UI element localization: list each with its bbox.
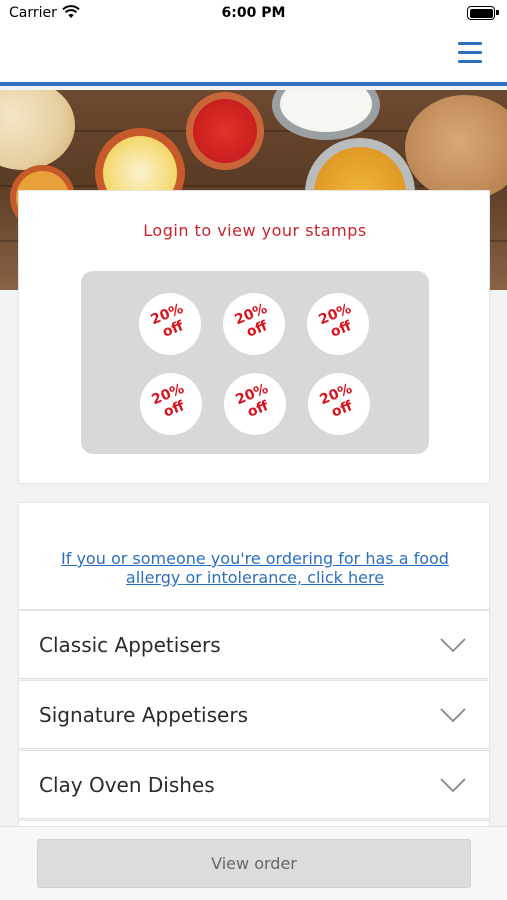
category-clay-oven-dishes[interactable]: Clay Oven Dishes: [18, 750, 490, 819]
stamp-panel: 20% off 20% off 20% off 20% off 20% off 20% of…: [81, 271, 429, 454]
stamp-3[interactable]: 20% off: [307, 293, 369, 355]
stamp-label: 20% off: [316, 300, 354, 341]
stamp-label: 20% off: [233, 380, 271, 421]
stamp-label: 20% off: [232, 300, 270, 341]
category-label: Clay Oven Dishes: [39, 773, 215, 797]
battery-icon: [467, 6, 499, 20]
stamp-card: Login to view your stamps 20% off 20% off …: [18, 190, 490, 484]
bottom-bar: View order: [0, 826, 507, 900]
chevron-down-icon: [440, 638, 466, 653]
app-header: [0, 30, 507, 86]
allergy-card: If you or someone you're ordering for ha…: [18, 502, 490, 610]
stamp-1[interactable]: 20% off: [139, 293, 201, 355]
hamburger-menu-icon[interactable]: [455, 40, 485, 66]
category-classic-appetisers[interactable]: Classic Appetisers: [18, 610, 490, 679]
stamp-2[interactable]: 20% off: [223, 293, 285, 355]
stamp-login-prompt[interactable]: Login to view your stamps: [19, 221, 491, 240]
stamp-label: 20% off: [317, 380, 355, 421]
category-signature-appetisers[interactable]: Signature Appetisers: [18, 680, 490, 749]
clock: 6:00 PM: [221, 5, 286, 21]
stamp-label: 20% off: [148, 300, 186, 341]
stamp-5[interactable]: 20% off: [224, 373, 286, 435]
chevron-down-icon: [440, 708, 466, 723]
stamp-4[interactable]: 20% off: [140, 373, 202, 435]
category-label: Classic Appetisers: [39, 633, 221, 657]
status-bar: Carrier 6:00 PM: [0, 0, 507, 30]
stamp-6[interactable]: 20% off: [308, 373, 370, 435]
chevron-down-icon: [440, 778, 466, 793]
allergy-info-link[interactable]: If you or someone you're ordering for ha…: [39, 549, 471, 587]
view-order-button[interactable]: View order: [37, 839, 471, 888]
category-label: Signature Appetisers: [39, 703, 248, 727]
stamp-label: 20% off: [149, 380, 187, 421]
